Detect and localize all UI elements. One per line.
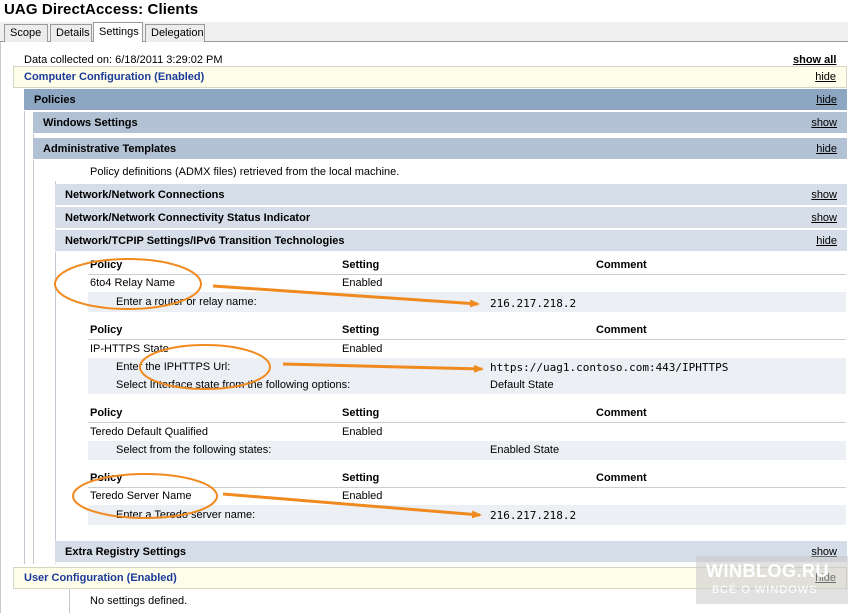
detail-label: Enter a Teredo server name: [116, 509, 256, 521]
net-status-bar: Network/Network Connectivity Status Indi… [55, 207, 847, 229]
admin-templates-hide-link[interactable]: hide [816, 143, 837, 155]
tab-delegation[interactable]: Delegation [145, 24, 205, 42]
policies-hide-link[interactable]: hide [816, 94, 837, 106]
windows-settings-label: Windows Settings [43, 116, 138, 129]
tab-strip: Scope Details Settings Delegation [0, 22, 848, 43]
show-all-link[interactable]: show all [793, 54, 836, 66]
col-header-setting: Setting [342, 324, 380, 336]
admin-templates-note: Policy definitions (ADMX files) retrieve… [90, 166, 400, 178]
detail-value: 216.217.218.2 [490, 297, 577, 310]
col-header-setting: Setting [342, 472, 380, 484]
admin-templates-bar: Administrative Templates hide [33, 138, 847, 160]
policy-name: 6to4 Relay Name [90, 277, 175, 289]
col-header-comment: Comment [596, 324, 647, 336]
row-divider [88, 422, 846, 423]
extra-registry-label: Extra Registry Settings [65, 545, 187, 558]
net-connections-bar: Network/Network Connections show [55, 184, 847, 206]
tree-guide [69, 588, 70, 613]
col-header-comment: Comment [596, 407, 647, 419]
watermark-logo: WINBLOG.RU [706, 561, 829, 581]
tab-settings[interactable]: Settings [93, 22, 143, 43]
row-divider [88, 487, 846, 488]
windows-settings-show-link[interactable]: show [811, 117, 837, 129]
computer-config-hide-link[interactable]: hide [815, 71, 836, 83]
tree-guide [33, 112, 34, 564]
user-config-label: User Configuration (Enabled) [24, 572, 177, 584]
policy-setting: Enabled [342, 277, 383, 289]
detail-label: Select Interface state from the followin… [116, 379, 351, 391]
data-collected-text: Data collected on: 6/18/2011 3:29:02 PM [24, 54, 223, 66]
col-header-comment: Comment [596, 259, 647, 271]
tree-guide [24, 89, 25, 564]
detail-value: https://uag1.contoso.com:443/IPHTTPS [490, 361, 729, 374]
detail-value: Enabled State [490, 444, 560, 456]
col-header-policy: Policy [90, 259, 123, 271]
detail-label: Enter a router or relay name: [116, 296, 257, 308]
policy-name: Teredo Default Qualified [90, 426, 209, 438]
col-header-setting: Setting [342, 407, 380, 419]
tcpip-label: Network/TCPIP Settings/IPv6 Transition T… [65, 234, 345, 247]
row-divider [88, 339, 846, 340]
window-title: UAG DirectAccess: Clients [4, 1, 199, 18]
policy-name: IP-HTTPS State [90, 343, 169, 355]
tcpip-hide-link[interactable]: hide [816, 235, 837, 247]
computer-config-label: Computer Configuration (Enabled) [24, 71, 205, 83]
net-connections-label: Network/Network Connections [65, 188, 225, 201]
row-divider [88, 274, 846, 275]
watermark-tagline: ВСЁ О WINDOWS [712, 584, 818, 596]
user-config-note: No settings defined. [90, 595, 188, 607]
net-connections-show-link[interactable]: show [811, 189, 837, 201]
detail-label: Enter the IPHTTPS Url: [116, 361, 231, 373]
detail-value: 216.217.218.2 [490, 509, 577, 522]
col-header-policy: Policy [90, 472, 123, 484]
policy-setting: Enabled [342, 490, 383, 502]
tab-details[interactable]: Details [50, 24, 92, 42]
windows-settings-bar: Windows Settings show [33, 112, 847, 134]
net-status-show-link[interactable]: show [811, 212, 837, 224]
tab-scope[interactable]: Scope [4, 24, 48, 42]
net-status-label: Network/Network Connectivity Status Indi… [65, 211, 311, 224]
policy-setting: Enabled [342, 343, 383, 355]
policies-label: Policies [34, 93, 76, 106]
computer-config-bar: Computer Configuration (Enabled) hide [13, 66, 847, 88]
col-header-policy: Policy [90, 407, 123, 419]
detail-value: Default State [490, 379, 554, 391]
col-header-setting: Setting [342, 259, 380, 271]
policy-setting: Enabled [342, 426, 383, 438]
detail-label: Select from the following states: [116, 444, 272, 456]
col-header-comment: Comment [596, 472, 647, 484]
policy-name: Teredo Server Name [90, 490, 192, 502]
col-header-policy: Policy [90, 324, 123, 336]
tcpip-bar: Network/TCPIP Settings/IPv6 Transition T… [55, 230, 847, 252]
policies-bar: Policies hide [24, 89, 847, 111]
admin-templates-label: Administrative Templates [43, 142, 177, 155]
